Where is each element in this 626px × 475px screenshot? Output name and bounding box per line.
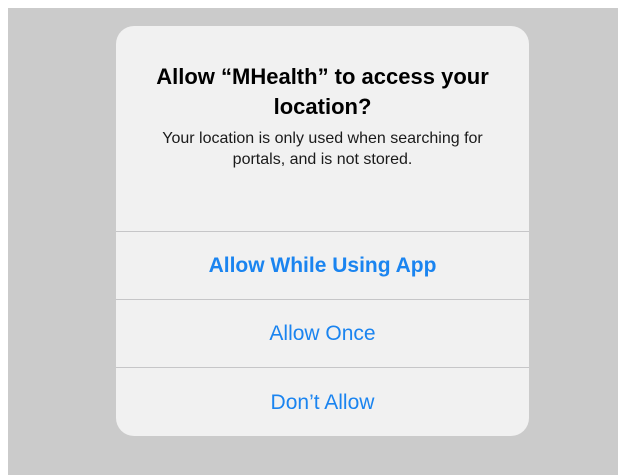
- alert-message: Your location is only used when searchin…: [162, 130, 483, 168]
- alert-body: Allow “MHealth” to access your location?…: [116, 26, 529, 231]
- dont-allow-button[interactable]: Don’t Allow: [116, 367, 529, 436]
- alert-title: Allow “MHealth” to access your location?: [156, 64, 489, 119]
- dimmed-background: Allow “MHealth” to access your location?…: [8, 8, 618, 475]
- location-permission-alert: Allow “MHealth” to access your location?…: [116, 26, 529, 436]
- allow-while-using-app-button[interactable]: Allow While Using App: [116, 231, 529, 299]
- allow-once-button[interactable]: Allow Once: [116, 299, 529, 367]
